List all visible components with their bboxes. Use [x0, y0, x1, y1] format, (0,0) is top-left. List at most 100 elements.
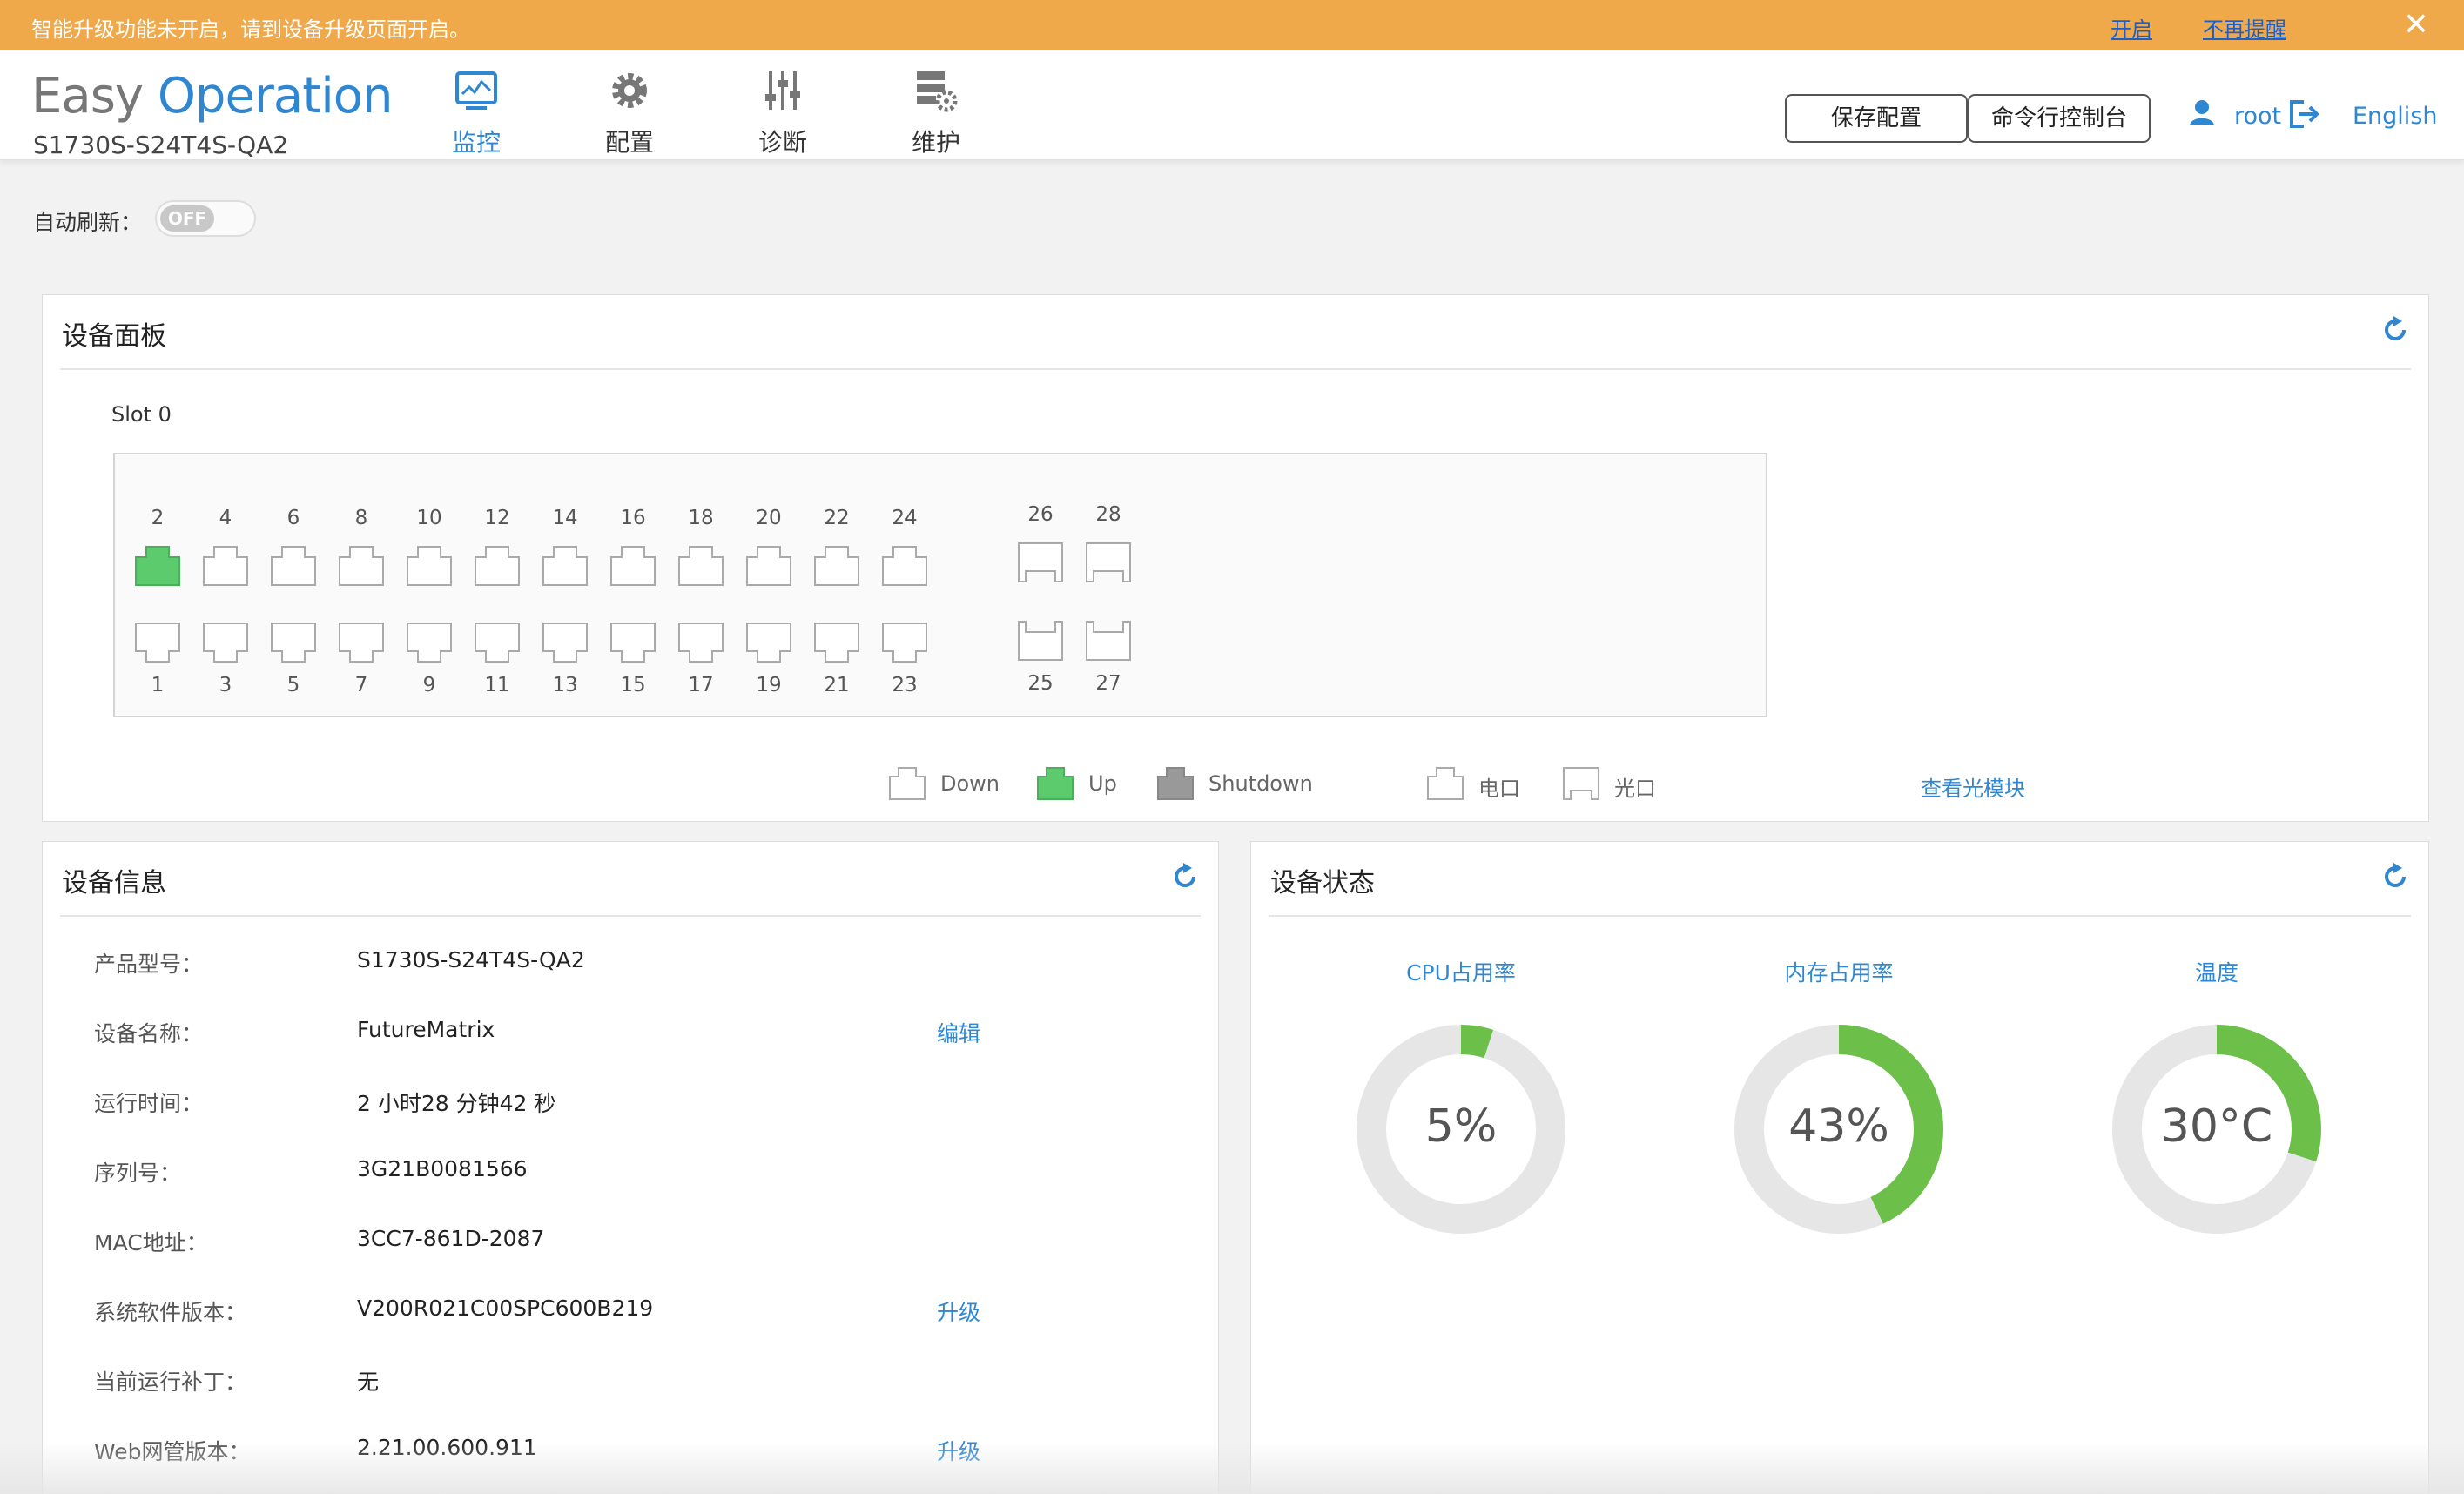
sliders-icon — [765, 71, 800, 110]
port-number-label: 2 — [151, 507, 165, 529]
device-model: S1730S-S24T4S-QA2 — [33, 131, 289, 159]
port-9[interactable] — [406, 622, 453, 663]
sfp-port-26[interactable] — [1017, 542, 1064, 583]
port-1[interactable] — [134, 622, 181, 663]
monitor-icon — [455, 71, 497, 110]
port-number-label: 10 — [416, 507, 442, 529]
port-24[interactable] — [881, 545, 928, 587]
info-label: 序列号： — [94, 1161, 182, 1186]
sfp-port-28[interactable] — [1085, 542, 1132, 583]
divider — [60, 915, 1201, 917]
language-switch[interactable]: English — [2353, 103, 2438, 130]
legend-electrical: 电口 — [1478, 777, 1520, 801]
port-number-label: 5 — [286, 674, 300, 697]
save-config-button[interactable]: 保存配置 — [1785, 94, 1968, 143]
port-2[interactable] — [134, 545, 181, 587]
port-16[interactable] — [609, 545, 656, 587]
dismiss-notice-link[interactable]: 不再提醒 — [2203, 12, 2286, 43]
port-7[interactable] — [338, 622, 385, 663]
legend-shutdown-icon — [1157, 767, 1194, 800]
view-optical-module-link[interactable]: 查看光模块 — [1921, 771, 2025, 802]
maintenance-icon — [917, 71, 958, 112]
close-icon[interactable]: ✕ — [2403, 7, 2429, 43]
bottom-fade — [0, 1442, 2464, 1494]
header: Easy Operation S1730S-S24T4S-QA2 监控 配置 诊… — [0, 50, 2464, 160]
refresh-icon[interactable] — [1169, 861, 1201, 892]
gear-icon — [612, 73, 647, 108]
port-6[interactable] — [270, 545, 317, 587]
port-3[interactable] — [202, 622, 249, 663]
info-value: 无 — [357, 1370, 380, 1395]
port-number-label: 3 — [219, 674, 232, 697]
auto-refresh-label: 自动刷新： — [33, 210, 143, 235]
port-5[interactable] — [270, 622, 317, 663]
info-value: S1730S-S24T4S-QA2 — [357, 947, 585, 972]
port-13[interactable] — [542, 622, 589, 663]
username[interactable]: root — [2234, 103, 2281, 130]
port-number-label: 14 — [552, 507, 578, 529]
port-8[interactable] — [338, 545, 385, 587]
enable-smart-upgrade-link[interactable]: 开启 — [2111, 12, 2152, 43]
port-number-label: 4 — [219, 507, 232, 529]
legend-electrical-icon — [1427, 767, 1464, 800]
port-11[interactable] — [474, 622, 521, 663]
nav-config[interactable]: 配置 — [573, 68, 686, 158]
device-panel-title: 设备面板 — [62, 321, 166, 352]
gauge-value: 30°C — [2160, 1100, 2273, 1153]
legend-optical: 光口 — [1614, 777, 1656, 801]
upgrade-link[interactable]: 升级 — [937, 1295, 980, 1327]
port-21[interactable] — [813, 622, 860, 663]
legend-shutdown: Shutdown — [1208, 771, 1313, 796]
logout-icon[interactable] — [2288, 99, 2319, 129]
refresh-icon[interactable] — [2380, 861, 2411, 892]
legend-up: Up — [1088, 771, 1117, 796]
divider — [60, 368, 2411, 370]
port-number-label: 15 — [620, 674, 646, 697]
info-label: MAC地址： — [94, 1230, 208, 1255]
port-number-label: 8 — [354, 507, 368, 529]
legend-optical-icon — [1563, 767, 1599, 800]
port-17[interactable] — [677, 622, 724, 663]
refresh-icon[interactable] — [2380, 314, 2411, 346]
info-label: 运行时间： — [94, 1091, 204, 1116]
port-14[interactable] — [542, 545, 589, 587]
port-18[interactable] — [677, 545, 724, 587]
port-12[interactable] — [474, 545, 521, 587]
logo: Easy Operation — [31, 68, 394, 124]
port-number-label: 13 — [552, 674, 578, 697]
nav-monitor[interactable]: 监控 — [420, 68, 533, 158]
port-number-label: 6 — [286, 507, 300, 529]
port-10[interactable] — [406, 545, 453, 587]
edit-device-name-link[interactable]: 编辑 — [937, 1017, 980, 1048]
port-number-label: 27 — [1095, 672, 1121, 695]
nav-monitor-label: 监控 — [451, 128, 501, 157]
legend-down: Down — [940, 771, 1000, 796]
nav-diagnose[interactable]: 诊断 — [726, 68, 839, 158]
auto-refresh-toggle[interactable]: OFF — [155, 200, 256, 237]
info-label: 产品型号： — [94, 952, 204, 977]
divider — [1269, 915, 2411, 917]
notice-bar: 智能升级功能未开启，请到设备升级页面开启。 开启 不再提醒 ✕ — [0, 0, 2464, 50]
port-number-label: 18 — [688, 507, 714, 529]
port-number-label: 20 — [756, 507, 782, 529]
port-20[interactable] — [745, 545, 792, 587]
gauge-title: 温度 — [2194, 960, 2238, 986]
auto-refresh-state: OFF — [160, 205, 214, 232]
port-15[interactable] — [609, 622, 656, 663]
sfp-port-25[interactable] — [1017, 620, 1064, 662]
info-value: 2 小时28 分钟42 秒 — [357, 1091, 556, 1116]
cli-console-button[interactable]: 命令行控制台 — [1968, 94, 2151, 143]
logo-easy: Easy — [31, 68, 144, 124]
legend-down-icon — [889, 767, 926, 800]
port-22[interactable] — [813, 545, 860, 587]
info-label: 系统软件版本： — [94, 1300, 247, 1325]
port-23[interactable] — [881, 622, 928, 663]
nav-maintenance[interactable]: 维护 — [879, 68, 993, 158]
device-info-title: 设备信息 — [62, 868, 166, 898]
sfp-port-27[interactable] — [1085, 620, 1132, 662]
port-19[interactable] — [745, 622, 792, 663]
port-4[interactable] — [202, 545, 249, 587]
port-number-label: 25 — [1027, 672, 1054, 695]
legend-up-icon — [1037, 767, 1074, 800]
gauge-title: 内存占用率 — [1784, 960, 1894, 986]
